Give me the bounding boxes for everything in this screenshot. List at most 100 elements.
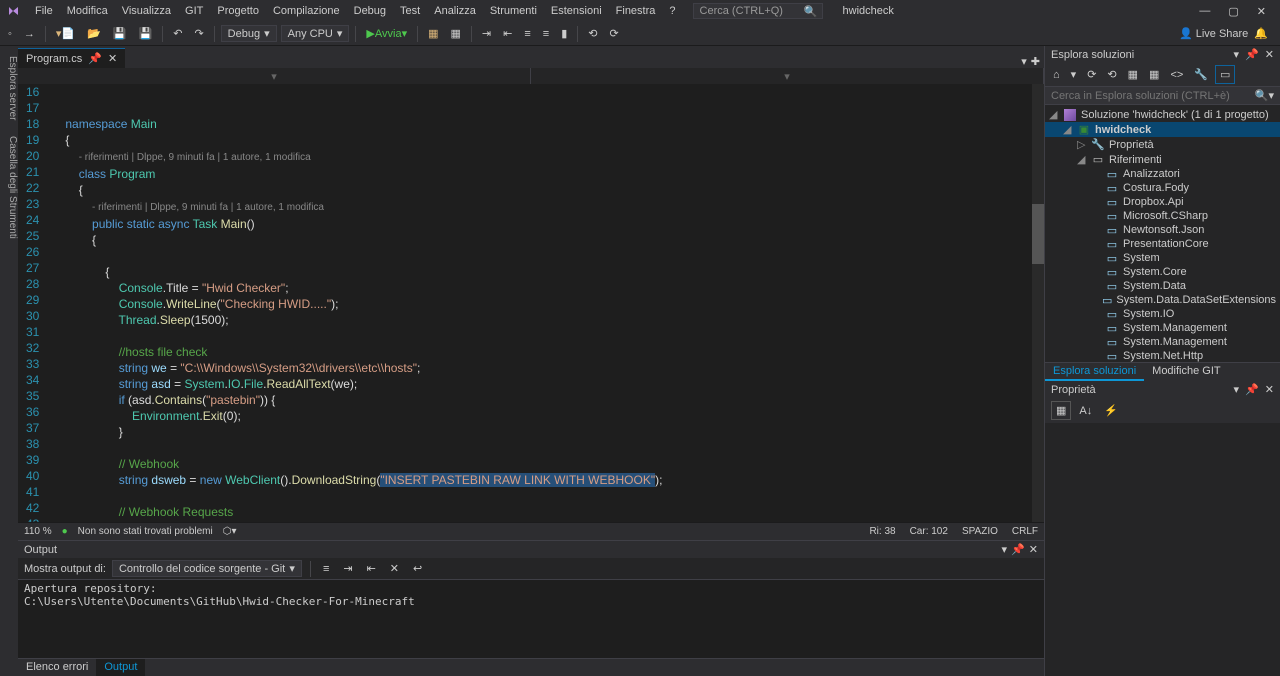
show-all-icon[interactable]: ▦ [1145,65,1163,84]
tab-plus-icon[interactable]: ✚ [1031,55,1040,68]
menu-analizza[interactable]: Analizza [427,3,483,19]
tree-item[interactable]: ▭Costura.Fody [1045,181,1280,195]
output-source-dropdown[interactable]: Controllo del codice sorgente - Git ▾ [112,560,302,577]
config-dropdown[interactable]: Debug▾ [221,25,277,42]
panel-pin-icon[interactable]: 📌 [1245,48,1259,61]
tab-dropdown-icon[interactable]: ▾ [1021,55,1027,68]
server-explorer-tab[interactable]: Esplora server [0,56,18,120]
outdent-icon[interactable]: ≡ [539,26,553,42]
output-dropdown-icon[interactable]: ▾ [1002,543,1008,556]
lineending-indicator[interactable]: CRLF [1012,526,1038,537]
code-content[interactable]: namespace Main{ - riferimenti | Dlppe, 9… [61,84,1044,522]
output-wrap-icon[interactable]: ↩ [409,560,426,577]
tree-item[interactable]: ▭Analizzatori [1045,167,1280,181]
open-button[interactable]: 📂 [83,25,105,42]
tab-program-cs[interactable]: Program.cs 📌 ✕ [18,48,125,68]
save-button[interactable]: 💾 [109,25,131,42]
vertical-scrollbar[interactable] [1032,84,1044,522]
col-indicator[interactable]: Car: 102 [910,526,948,537]
nav-fwd-button[interactable]: → [20,26,39,42]
sln-icon[interactable]: ▾ [1067,65,1081,84]
maximize-button[interactable]: ▢ [1228,5,1238,18]
tree-item[interactable]: ▭System.Management [1045,335,1280,349]
tree-item[interactable]: ▭System.Net.Http [1045,349,1280,362]
menu-test[interactable]: Test [393,3,427,19]
comment-icon[interactable]: ▮ [557,25,571,42]
tab-error-list[interactable]: Elenco errori [18,659,96,676]
tree-item[interactable]: ◢▣hwidcheck [1045,122,1280,137]
menu-git[interactable]: GIT [178,3,210,19]
line-indicator[interactable]: Ri: 38 [869,526,895,537]
tab-output[interactable]: Output [96,659,145,676]
menu-strumenti[interactable]: Strumenti [483,3,544,19]
pin-icon[interactable]: 📌 [88,52,102,65]
menu-debug[interactable]: Debug [347,3,393,19]
props-pin-icon[interactable]: 📌 [1245,383,1259,396]
menu-visualizza[interactable]: Visualizza [115,3,178,19]
solution-search-input[interactable] [1051,90,1255,102]
output-text[interactable]: Apertura repository: C:\Users\Utente\Doc… [18,580,1044,658]
alphabetical-icon[interactable]: A↓ [1075,401,1096,420]
tab-git-changes[interactable]: Modifiche GIT [1144,363,1228,381]
panel-close-icon[interactable]: ✕ [1265,48,1274,61]
events-icon[interactable]: ⚡ [1100,401,1122,420]
start-button[interactable]: ▶ Avvia ▾ [362,25,411,42]
minimize-button[interactable]: — [1199,5,1210,18]
tab-solution-explorer[interactable]: Esplora soluzioni [1045,363,1144,381]
nav-back-button[interactable]: ◦ [4,26,16,42]
tree-item[interactable]: ▭System.Data [1045,279,1280,293]
tree-item[interactable]: ▭Dropbox.Api [1045,195,1280,209]
liveshare-button[interactable]: 👤 Live Share [1179,27,1248,40]
menu-compilazione[interactable]: Compilazione [266,3,347,19]
menu-finestra[interactable]: Finestra [609,3,663,19]
menu-file[interactable]: File [28,3,60,19]
zoom-level[interactable]: 110 % [24,526,52,537]
save-all-button[interactable]: 💾 [135,25,157,42]
solution-tree[interactable]: ◢Soluzione 'hwidcheck' (1 di 1 progetto)… [1045,105,1280,362]
tree-item[interactable]: ▭System.IO [1045,307,1280,321]
global-search-input[interactable]: Cerca (CTRL+Q) 🔍 [693,3,823,19]
tree-item[interactable]: ▭Newtonsoft.Json [1045,223,1280,237]
output-tool-3[interactable]: ⇤ [363,560,380,577]
tree-item[interactable]: ◢▭Riferimenti [1045,152,1280,167]
sync-icon[interactable]: ⟳ [1083,65,1100,84]
step-into-icon[interactable]: ⇥ [478,25,495,42]
tree-item[interactable]: ▭PresentationCore [1045,237,1280,251]
props-dropdown-icon[interactable]: ▾ [1234,383,1240,396]
git-icon[interactable]: ⬡▾ [223,526,237,537]
toolbar-icon-1[interactable]: ▦ [424,25,442,42]
close-icon[interactable]: ✕ [108,52,117,65]
output-tool-1[interactable]: ≡ [319,561,333,577]
output-clear-icon[interactable]: ✕ [386,560,403,577]
nav-class[interactable]: ▾ [531,68,1044,84]
output-close-icon[interactable]: ✕ [1029,543,1038,556]
tree-item[interactable]: ▭System.Core [1045,265,1280,279]
output-tool-2[interactable]: ⇥ [339,560,356,577]
categorized-icon[interactable]: ▦ [1051,401,1071,420]
solution-search[interactable]: 🔍▾ [1045,87,1280,105]
redo-button[interactable]: ↷ [190,25,207,42]
indent-indicator[interactable]: SPAZIO [962,526,998,537]
collapse-icon[interactable]: ▦ [1124,65,1142,84]
panel-dropdown-icon[interactable]: ▾ [1234,48,1240,61]
props-close-icon[interactable]: ✕ [1265,383,1274,396]
platform-dropdown[interactable]: Any CPU▾ [281,25,350,42]
toolbox-tab[interactable]: Casella degli Strumenti [0,136,18,239]
indent-icon[interactable]: ≡ [520,26,534,42]
undo-button[interactable]: ↶ [169,25,186,42]
home-icon[interactable]: ⌂ [1049,65,1064,84]
view-code-icon[interactable]: <> [1166,65,1187,84]
tree-item[interactable]: ◢Soluzione 'hwidcheck' (1 di 1 progetto) [1045,107,1280,122]
toolbar-icon-2[interactable]: ▦ [447,25,465,42]
preview-icon[interactable]: ▭ [1215,65,1235,84]
refresh-icon[interactable]: ⟲ [1103,65,1120,84]
properties-icon[interactable]: 🔧 [1190,65,1212,84]
new-item-button[interactable]: ▾📄 [52,25,79,42]
step-over-icon[interactable]: ⇤ [499,25,516,42]
menu-modifica[interactable]: Modifica [60,3,115,19]
toolbar-icon-3[interactable]: ⟲ [584,25,601,42]
tree-item[interactable]: ▭System.Data.DataSetExtensions [1045,293,1280,307]
tree-item[interactable]: ▷🔧Proprietà [1045,137,1280,152]
menu-?[interactable]: ? [662,3,682,19]
toolbar-icon-4[interactable]: ⟳ [605,25,622,42]
